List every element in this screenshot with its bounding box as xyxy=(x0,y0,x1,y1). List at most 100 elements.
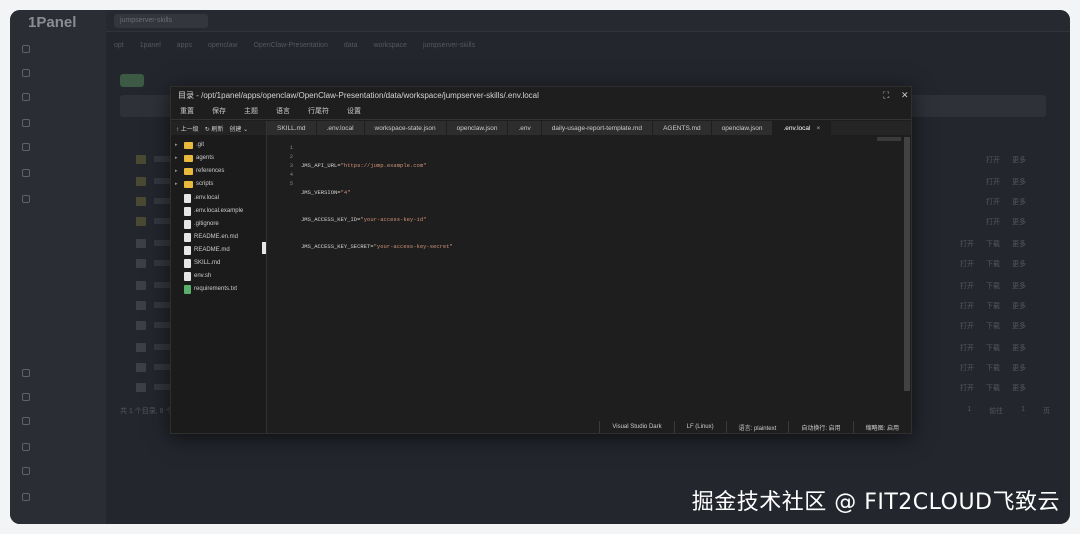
tree-file[interactable]: README.md xyxy=(175,244,230,256)
code-content[interactable]: JMS_API_URL="https://jump.example.com" J… xyxy=(301,143,453,296)
tree-file[interactable]: .env.local.example xyxy=(175,205,243,217)
app-tab[interactable]: jumpserver-skills xyxy=(114,14,208,28)
editor-tab-active[interactable]: .env.local × xyxy=(773,121,832,135)
status-wordwrap[interactable]: 自动换行: 启用 xyxy=(788,421,852,433)
more-action[interactable]: 更多 xyxy=(1012,383,1026,393)
sidebar-item-disk[interactable] xyxy=(36,336,120,350)
open-action[interactable]: 打开 xyxy=(960,239,974,249)
tree-file[interactable]: README.en.md xyxy=(175,231,238,243)
open-action[interactable]: 打开 xyxy=(960,281,974,291)
open-action[interactable]: 打开 xyxy=(960,343,974,353)
tree-scrollbar[interactable] xyxy=(262,242,266,254)
create-dropdown[interactable]: 创建 ⌄ xyxy=(229,124,248,133)
status-theme[interactable]: Visual Studio Dark xyxy=(599,421,673,433)
breadcrumb-item[interactable]: jumpserver-skills xyxy=(423,42,475,49)
sidebar-item-logs[interactable] xyxy=(22,464,106,478)
more-action[interactable]: 更多 xyxy=(1012,217,1026,227)
more-action[interactable]: 更多 xyxy=(1012,343,1026,353)
open-action[interactable]: 打开 xyxy=(986,155,1000,165)
up-button[interactable]: ↑ 上一级 xyxy=(176,124,199,133)
open-action[interactable]: 打开 xyxy=(960,301,974,311)
download-action[interactable]: 下载 xyxy=(986,281,1000,291)
sidebar-item-website[interactable] xyxy=(22,116,106,130)
sidebar-item-terminal[interactable] xyxy=(22,366,106,380)
menu-language[interactable]: 语言 xyxy=(276,106,290,116)
sidebar-item-firewall[interactable] xyxy=(36,264,120,278)
breadcrumb-item[interactable]: apps xyxy=(177,42,192,49)
status-minimap[interactable]: 缩略图: 启用 xyxy=(852,421,911,433)
tree-folder-scripts[interactable]: ▸ scripts xyxy=(175,178,213,190)
sidebar-item-ssh[interactable] xyxy=(36,312,120,326)
sidebar-item-ai[interactable] xyxy=(22,90,106,104)
fullscreen-icon[interactable]: ⛶ xyxy=(883,90,889,100)
editor-tab[interactable]: .env xyxy=(508,121,542,135)
open-action[interactable]: 打开 xyxy=(960,363,974,373)
tree-file[interactable]: requirements.txt xyxy=(175,283,237,295)
editor-tab[interactable]: openclaw.json xyxy=(446,121,509,135)
close-tab-icon[interactable]: × xyxy=(816,125,820,132)
tree-folder-references[interactable]: ▸ references xyxy=(175,165,224,177)
breadcrumb-item[interactable]: opt xyxy=(114,42,124,49)
menu-settings[interactable]: 设置 xyxy=(347,106,361,116)
editor-tab[interactable]: openclaw.json xyxy=(711,121,774,135)
open-action[interactable]: 打开 xyxy=(986,197,1000,207)
breadcrumb-item[interactable]: workspace xyxy=(373,42,406,49)
download-action[interactable]: 下载 xyxy=(986,363,1000,373)
create-button[interactable] xyxy=(120,74,144,87)
more-action[interactable]: 更多 xyxy=(1012,301,1026,311)
more-action[interactable]: 更多 xyxy=(1012,363,1026,373)
editor-tab[interactable]: AGENTS.md xyxy=(653,121,712,135)
tree-file[interactable]: env.sh xyxy=(175,270,211,282)
breadcrumb-item[interactable]: 1panel xyxy=(140,42,161,49)
download-action[interactable]: 下载 xyxy=(986,239,1000,249)
status-language[interactable]: 语言: plaintext xyxy=(725,421,789,433)
more-action[interactable]: 更多 xyxy=(1012,321,1026,331)
sidebar-item-toolbox[interactable] xyxy=(22,414,106,428)
open-action[interactable]: 打开 xyxy=(960,321,974,331)
chevron-right-icon[interactable]: ▸ xyxy=(175,181,181,187)
sidebar-item-files[interactable] xyxy=(36,216,120,230)
sidebar-item-system[interactable] xyxy=(22,192,106,206)
sidebar-item-xpack[interactable] xyxy=(22,440,106,454)
tree-file[interactable]: .gitignore xyxy=(175,218,219,230)
more-action[interactable]: 更多 xyxy=(1012,177,1026,187)
chevron-right-icon[interactable]: ▸ xyxy=(175,142,181,148)
more-action[interactable]: 更多 xyxy=(1012,239,1026,249)
menu-theme[interactable]: 主题 xyxy=(244,106,258,116)
open-action[interactable]: 打开 xyxy=(986,217,1000,227)
tree-file[interactable]: SKILL.md xyxy=(175,257,220,269)
editor-scrollbar[interactable] xyxy=(904,137,910,391)
tree-file[interactable]: .env.local xyxy=(175,192,219,204)
sidebar-item-process[interactable] xyxy=(36,288,120,302)
sidebar-item-settings[interactable] xyxy=(22,490,106,504)
code-editor[interactable]: 1 2 3 4 5 JMS_API_URL="https://jump.exam… xyxy=(267,135,911,421)
editor-tab[interactable]: .env.local xyxy=(316,121,365,135)
breadcrumb-item[interactable]: OpenClaw-Presentation xyxy=(254,42,328,49)
page-input[interactable]: 1 xyxy=(1021,406,1025,416)
menu-eol[interactable]: 行尾符 xyxy=(308,106,329,116)
close-icon[interactable]: ✕ xyxy=(901,90,909,100)
chevron-right-icon[interactable]: ▸ xyxy=(175,155,181,161)
sidebar-item-appstore[interactable] xyxy=(22,66,106,80)
more-action[interactable]: 更多 xyxy=(1012,281,1026,291)
download-action[interactable]: 下载 xyxy=(986,321,1000,331)
download-action[interactable]: 下载 xyxy=(986,343,1000,353)
more-action[interactable]: 更多 xyxy=(1012,197,1026,207)
status-eol[interactable]: LF (Linux) xyxy=(673,421,726,433)
download-action[interactable]: 下载 xyxy=(986,383,1000,393)
sidebar-item-overview[interactable] xyxy=(22,42,106,56)
download-action[interactable]: 下载 xyxy=(986,301,1000,311)
minimap[interactable] xyxy=(877,137,901,141)
chevron-right-icon[interactable]: ▸ xyxy=(175,168,181,174)
open-action[interactable]: 打开 xyxy=(960,259,974,269)
open-action[interactable]: 打开 xyxy=(960,383,974,393)
sidebar-item-monitor[interactable] xyxy=(36,240,120,254)
more-action[interactable]: 更多 xyxy=(1012,259,1026,269)
download-action[interactable]: 下载 xyxy=(986,259,1000,269)
sidebar-item-container[interactable] xyxy=(22,166,106,180)
more-action[interactable]: 更多 xyxy=(1012,155,1026,165)
editor-tab[interactable]: workspace-state.json xyxy=(364,121,447,135)
menu-save[interactable]: 保存 xyxy=(212,106,226,116)
tree-folder-git[interactable]: ▸ .git xyxy=(175,139,204,151)
menu-reset[interactable]: 重置 xyxy=(180,106,194,116)
